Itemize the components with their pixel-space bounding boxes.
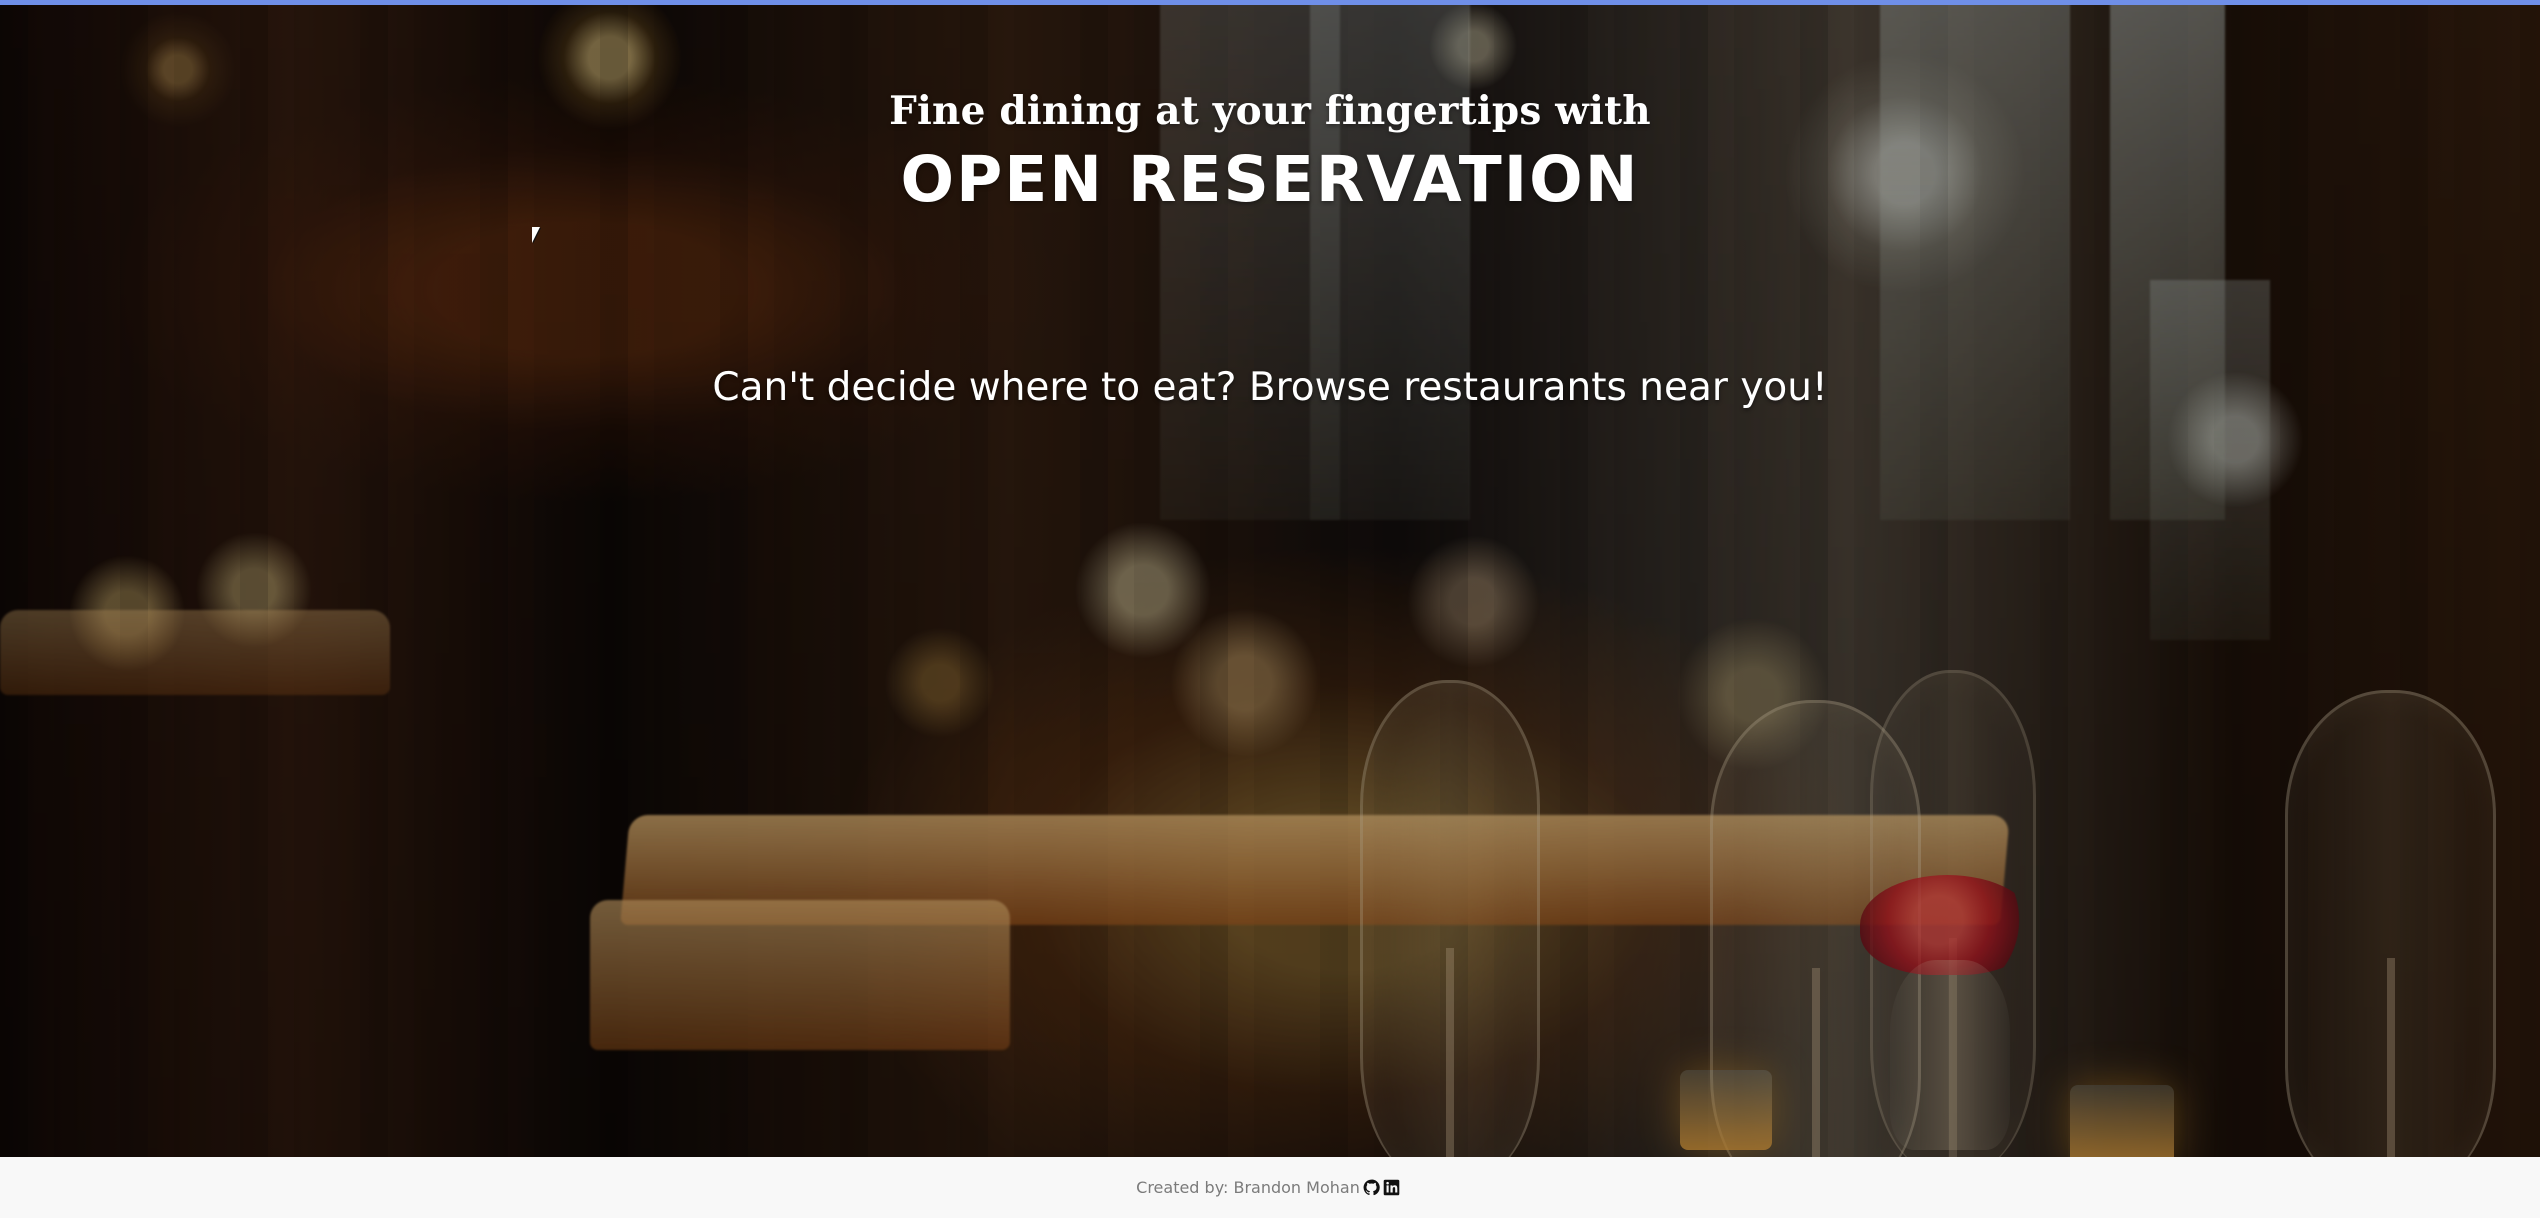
browse-prompt: Can't decide where to eat? Browse restau… [712,365,1828,410]
footer: Created by: Brandon Mohan [0,1157,2540,1218]
hero-tagline: Fine dining at your fingertips with [889,88,1651,134]
mouse-cursor-icon [532,227,540,243]
footer-content: Created by: Brandon Mohan [1136,1177,1400,1197]
hero-content: Fine dining at your fingertips with OPEN… [0,0,2540,1157]
brand-title: OPEN RESERVATION [900,143,1640,216]
hero-section: Fine dining at your fingertips with OPEN… [0,0,2540,1157]
linkedin-icon[interactable] [1383,1179,1400,1196]
top-accent-bar [0,0,2540,5]
github-icon[interactable] [1363,1179,1380,1196]
creator-credit: Created by: Brandon Mohan [1136,1177,1360,1197]
